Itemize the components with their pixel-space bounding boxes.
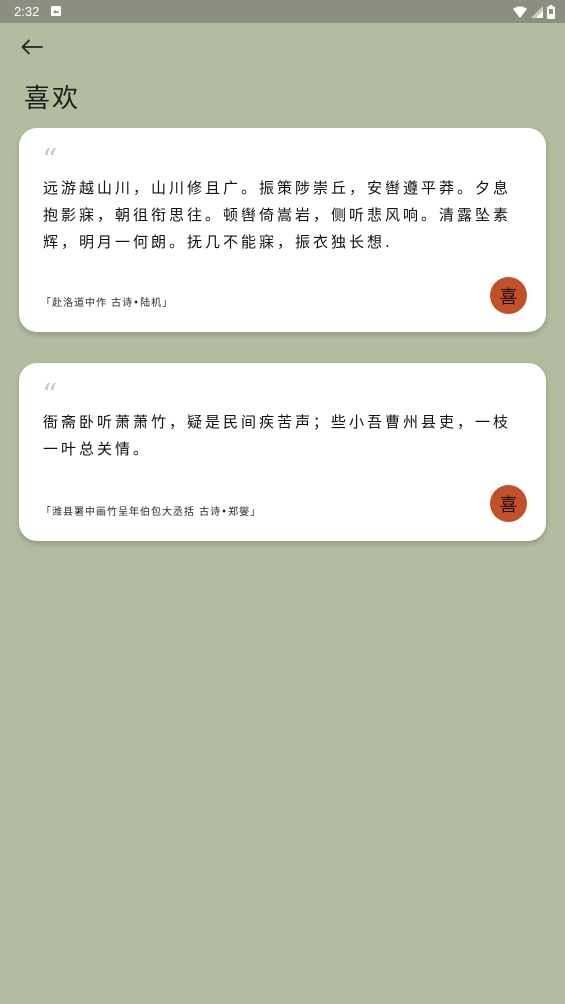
arrow-left-icon (21, 39, 43, 59)
poem-source: 「潍县署中画竹呈年伯包大丞括 古诗•郑燮」 (41, 507, 262, 518)
wifi-icon (513, 6, 527, 18)
like-badge-button[interactable]: 喜 (490, 485, 527, 522)
status-bar: 2:32 (0, 0, 565, 23)
status-icons (513, 4, 555, 19)
back-button[interactable] (14, 34, 50, 64)
quote-mark-icon: “ (42, 378, 58, 413)
poem-text: 衙斋卧听萧萧竹，疑是民间疾苦声；些小吾曹州县吏，一枝一叶总关情。 (43, 413, 512, 458)
quote-mark-icon: “ (42, 143, 58, 178)
page-title: 喜欢 (24, 84, 81, 114)
battery-icon (547, 4, 555, 19)
poem-text: 远游越山川，山川修且广。振策陟崇丘，安辔遵平莽。夕息抱影寐，朝徂衔思往。顿辔倚嵩… (43, 179, 512, 251)
poem-card[interactable]: “ 远游越山川，山川修且广。振策陟崇丘，安辔遵平莽。夕息抱影寐，朝徂衔思往。顿辔… (19, 128, 546, 332)
like-badge-button[interactable]: 喜 (490, 277, 527, 314)
poem-card[interactable]: “ 衙斋卧听萧萧竹，疑是民间疾苦声；些小吾曹州县吏，一枝一叶总关情。 「潍县署中… (19, 363, 546, 541)
notification-image-icon (51, 6, 61, 16)
signal-icon (531, 5, 543, 18)
status-time: 2:32 (14, 4, 40, 19)
poem-source: 「赴洛道中作 古诗•陆机」 (41, 298, 174, 309)
